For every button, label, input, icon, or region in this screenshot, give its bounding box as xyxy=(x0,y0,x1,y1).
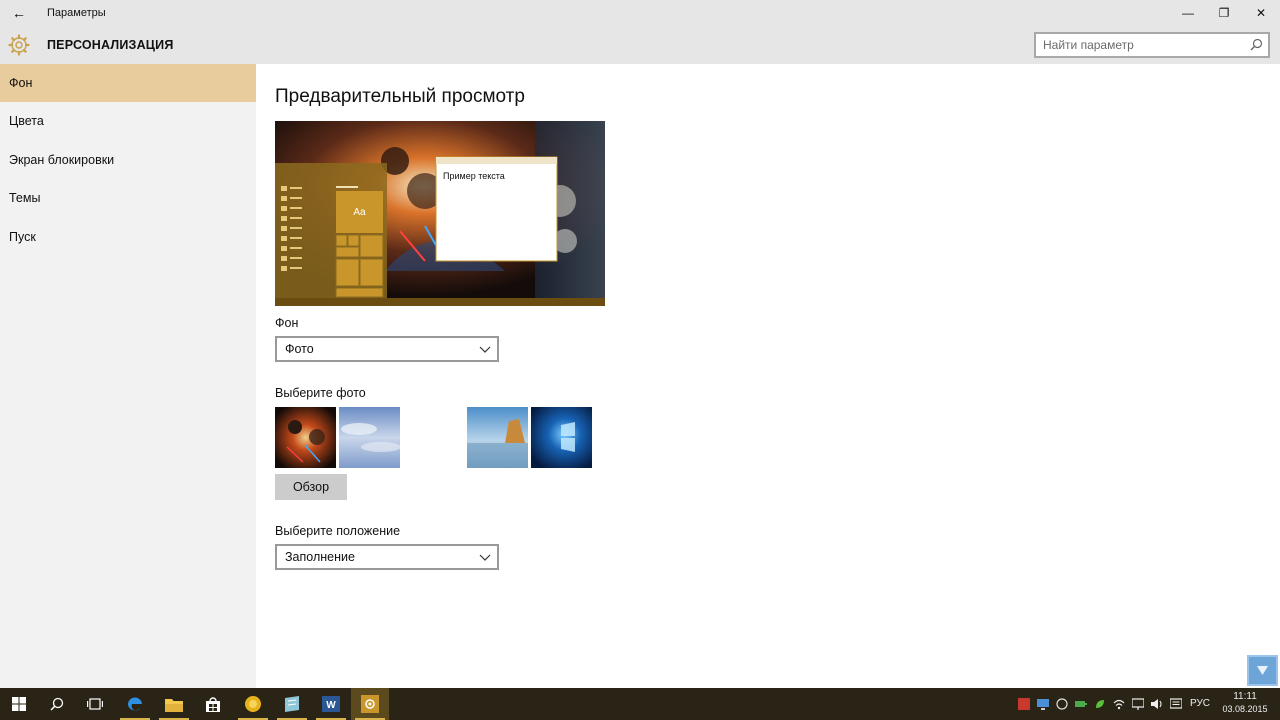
preview-wallpaper xyxy=(275,121,605,306)
sidebar-item-background[interactable]: Фон xyxy=(0,64,256,102)
photo-thumbnail-starwars[interactable] xyxy=(275,407,336,468)
language-indicator[interactable]: РУС xyxy=(1190,698,1210,709)
start-button[interactable] xyxy=(0,688,38,720)
position-dropdown[interactable]: Заполнение xyxy=(275,544,499,570)
sidebar-item-start[interactable]: Пуск xyxy=(0,218,256,256)
clock-date[interactable]: 03.08.2015 xyxy=(1220,704,1270,714)
sidebar-item-themes[interactable]: Темы xyxy=(0,179,256,217)
antivirus-icon xyxy=(1018,698,1030,710)
tray-icon[interactable] xyxy=(1168,688,1184,720)
settings-icon xyxy=(361,695,379,713)
photo-thumbnail-beach[interactable] xyxy=(467,407,528,468)
main-content: Предварительный просмотр Aa Пример текст… xyxy=(256,64,1280,688)
page-title: ПЕРСОНАЛИЗАЦИЯ xyxy=(47,38,174,52)
preview-tile-text: Aa xyxy=(353,207,366,218)
settings-button[interactable] xyxy=(351,688,389,720)
tray-icon[interactable] xyxy=(1054,688,1070,720)
store-icon xyxy=(206,697,220,712)
search-box[interactable] xyxy=(1034,32,1270,58)
sidebar-item-label: Экран блокировки xyxy=(9,153,115,167)
search-input[interactable] xyxy=(1036,34,1246,56)
tray-icon[interactable] xyxy=(1035,688,1051,720)
tray-icon[interactable] xyxy=(1016,688,1032,720)
close-button[interactable]: ✕ xyxy=(1243,0,1279,26)
notifications-icon xyxy=(1170,698,1182,709)
preview-sample-text: Пример текста xyxy=(443,171,505,181)
svg-text:W: W xyxy=(326,700,336,711)
sidebar-item-label: Цвета xyxy=(9,114,44,128)
notes-app-button[interactable] xyxy=(273,688,311,720)
yellow-app-button[interactable] xyxy=(234,688,272,720)
photo-thumbnail-windows[interactable] xyxy=(531,407,592,468)
search-icon xyxy=(50,697,64,711)
monitor-icon xyxy=(1037,699,1049,710)
clock-time[interactable]: 11:11 xyxy=(1224,691,1266,702)
browse-button[interactable]: Обзор xyxy=(275,474,347,500)
windows-logo-icon xyxy=(12,697,26,711)
back-button[interactable]: ← xyxy=(0,0,38,26)
tray-icon[interactable] xyxy=(1111,688,1127,720)
file-explorer-icon xyxy=(165,698,183,712)
search-icon[interactable] xyxy=(1250,38,1263,51)
sidebar-item-lock-screen[interactable]: Экран блокировки xyxy=(0,141,256,179)
file-explorer-button[interactable] xyxy=(155,688,193,720)
sidebar-item-label: Фон xyxy=(9,76,33,90)
word-button[interactable]: W xyxy=(312,688,350,720)
background-preview: Aa Пример текста xyxy=(275,121,605,306)
battery-icon xyxy=(1075,701,1087,707)
network-app-icon xyxy=(1056,698,1068,710)
background-dropdown[interactable]: Фото xyxy=(275,336,499,362)
tray-icon[interactable] xyxy=(1092,688,1108,720)
position-label: Выберите положение xyxy=(275,524,401,538)
sidebar-item-colors[interactable]: Цвета xyxy=(0,102,256,140)
edge-icon xyxy=(127,697,142,711)
gear-icon xyxy=(8,34,30,56)
edge-button[interactable] xyxy=(116,688,154,720)
task-view-icon xyxy=(87,698,103,710)
chevron-down-icon xyxy=(479,346,491,353)
notes-app-icon xyxy=(285,696,299,712)
wifi-icon xyxy=(1113,699,1125,710)
background-dropdown-value: Фото xyxy=(285,342,314,356)
tray-icon[interactable] xyxy=(1149,688,1165,720)
yellow-app-icon xyxy=(245,696,261,712)
minimize-button[interactable]: — xyxy=(1170,0,1206,26)
maximize-button[interactable]: ❐ xyxy=(1206,0,1242,26)
floating-download-icon[interactable] xyxy=(1247,655,1278,686)
choose-photo-label: Выберите фото xyxy=(275,386,366,400)
volume-icon xyxy=(1150,699,1162,709)
task-view-button[interactable] xyxy=(76,688,114,720)
sidebar-item-label: Темы xyxy=(9,191,41,205)
window-title: Параметры xyxy=(47,7,106,19)
background-label: Фон xyxy=(275,316,299,330)
sidebar: Фон Цвета Экран блокировки Темы Пуск xyxy=(0,64,256,688)
taskbar-search-button[interactable] xyxy=(38,688,76,720)
preview-heading: Предварительный просмотр xyxy=(275,86,525,107)
display-icon xyxy=(1132,698,1144,710)
title-bar: ← Параметры — ❐ ✕ xyxy=(0,0,1280,26)
word-icon: W xyxy=(322,696,340,712)
settings-header: ПЕРСОНАЛИЗАЦИЯ xyxy=(0,26,1280,64)
tray-icon[interactable] xyxy=(1073,688,1089,720)
sidebar-item-label: Пуск xyxy=(9,230,36,244)
taskbar: W РУС 11:11 03.08.2015 xyxy=(0,688,1280,720)
tray-icon[interactable] xyxy=(1130,688,1146,720)
photo-thumbnail-clouds[interactable] xyxy=(339,407,400,468)
store-button[interactable] xyxy=(194,688,232,720)
leaf-icon xyxy=(1096,700,1104,708)
chevron-down-icon xyxy=(479,554,491,561)
position-dropdown-value: Заполнение xyxy=(285,550,355,564)
